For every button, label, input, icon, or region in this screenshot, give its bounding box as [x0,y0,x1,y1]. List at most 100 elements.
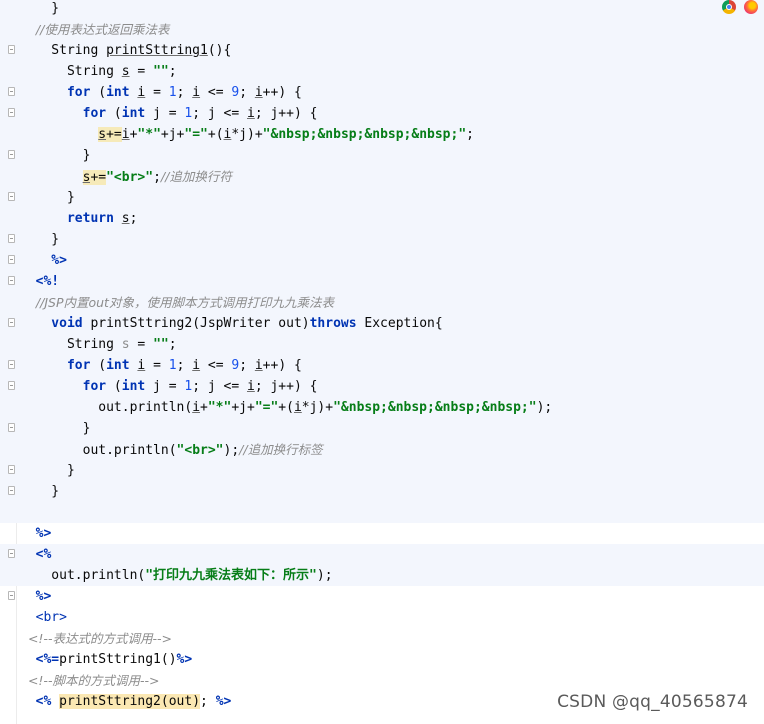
fold-marker-icon[interactable] [8,465,15,474]
code-token: = [145,85,169,100]
chrome-icon[interactable] [722,0,736,14]
code-token: s [98,127,107,142]
code-token: <% [20,694,52,709]
code-line[interactable]: %> [0,523,764,544]
code-line[interactable]: //使用表达式返回乘法表 [0,19,764,40]
code-token: 9 [231,358,240,373]
code-token: ; [168,337,177,352]
code-text: return s; [20,208,137,229]
code-token: } [20,232,60,247]
code-line[interactable]: String s = ""; [0,334,764,355]
code-line[interactable]: return s; [0,208,764,229]
code-line[interactable]: <!--脚本的方式调用--> [0,670,764,691]
code-token: "=" [254,400,279,415]
code-line[interactable]: } [0,229,764,250]
fold-marker-icon[interactable] [8,45,15,54]
code-line[interactable]: } [0,187,764,208]
code-line[interactable]: <br> [0,607,764,628]
code-token: Exception{ [356,316,443,331]
code-line[interactable]: //JSP内置out对象，使用脚本方式调用打印九九乘法表 [0,292,764,313]
code-token: "<br>" [176,443,224,458]
code-line[interactable]: out.println("<br>");//追加换行标签 [0,439,764,460]
code-line[interactable]: } [0,460,764,481]
code-text: s+="<br>";//追加换行符 [20,166,232,188]
code-token: +( [207,127,224,142]
code-text: %> [20,523,52,544]
code-line[interactable]: } [0,418,764,439]
code-text: //使用表达式返回乘法表 [20,19,169,41]
fold-marker-icon[interactable] [8,381,15,390]
code-token: ; [200,694,216,709]
code-token: } [20,421,91,436]
fold-marker-icon[interactable] [8,549,15,558]
code-text: } [20,0,59,19]
code-line[interactable]: for (int i = 1; i <= 9; i++) { [0,355,764,376]
code-token: } [20,148,91,163]
code-line[interactable]: out.println("打印九九乘法表如下：所示"); [0,565,764,586]
code-token: <%! [20,274,60,289]
code-token: ; [176,85,193,100]
code-line[interactable]: String s = ""; [0,61,764,82]
code-token: i [121,127,130,142]
code-line[interactable]: %> [0,250,764,271]
code-text: for (int j = 1; j <= i; j++) { [20,103,318,124]
code-token: += [90,170,107,185]
fold-marker-icon[interactable] [8,591,15,600]
fold-marker-icon[interactable] [8,360,15,369]
code-line[interactable]: String printSttring1(){ [0,40,764,61]
firefox-icon[interactable] [744,0,758,14]
code-token: 1 [168,85,177,100]
code-line[interactable]: <%=printSttring1()%> [0,649,764,670]
code-line[interactable]: } [0,0,764,19]
code-text: //JSP内置out对象，使用脚本方式调用打印九九乘法表 [20,292,334,314]
code-token: //JSP内置out对象，使用脚本方式调用打印九九乘法表 [20,295,334,310]
fold-marker-icon[interactable] [8,318,15,327]
code-line[interactable]: for (int j = 1; j <= i; j++) { [0,376,764,397]
code-token: i [192,85,201,100]
code-line[interactable]: <!--表达式的方式调用--> [0,628,764,649]
fold-marker-icon[interactable] [8,192,15,201]
code-token: ; j++) { [254,106,318,121]
code-token: %> [176,652,193,667]
code-token: ( [90,85,107,100]
fold-marker-icon[interactable] [8,423,15,432]
fold-marker-icon[interactable] [8,150,15,159]
fold-marker-icon[interactable] [8,255,15,264]
code-text: for (int i = 1; i <= 9; i++) { [20,82,302,103]
code-line[interactable]: <%! [0,271,764,292]
code-token: i [254,85,263,100]
code-line[interactable]: s+=i+"*"+j+"="+(i*j)+"&nbsp;&nbsp;&nbsp;… [0,124,764,145]
code-line[interactable] [0,502,764,523]
fold-marker-icon[interactable] [8,234,15,243]
code-line[interactable]: for (int i = 1; i <= 9; i++) { [0,82,764,103]
code-token: ; [129,211,138,226]
fold-marker-icon[interactable] [8,87,15,96]
code-token: ); [536,400,553,415]
code-line[interactable]: <% [0,544,764,565]
code-line[interactable]: for (int j = 1; j <= i; j++) { [0,103,764,124]
code-token: //追加换行符 [160,169,232,184]
fold-marker-icon[interactable] [8,276,15,285]
code-token: + [200,400,208,415]
code-token: } [20,484,60,499]
code-token: "&nbsp;&nbsp;&nbsp;&nbsp;" [333,400,537,415]
code-editor[interactable]: } //使用表达式返回乘法表 String printSttring1(){ S… [0,0,764,724]
fold-marker-icon[interactable] [8,108,15,117]
code-text: for (int j = 1; j <= i; j++) { [20,376,318,397]
code-line[interactable]: out.println(i+"*"+j+"="+(i*j)+"&nbsp;&nb… [0,397,764,418]
code-line[interactable]: s+="<br>";//追加换行符 [0,166,764,187]
fold-marker-icon[interactable] [8,486,15,495]
code-token: i [254,358,263,373]
code-line[interactable]: void printSttring2(JspWriter out)throws … [0,313,764,334]
code-line[interactable]: } [0,481,764,502]
code-line[interactable]: %> [0,586,764,607]
code-token: += [106,127,122,142]
code-token: j = [145,106,185,121]
code-token: *j)+ [301,400,334,415]
code-token: <!--表达式的方式调用--> [20,631,172,646]
code-text: } [20,481,59,502]
code-line[interactable]: } [0,145,764,166]
code-token: <% [20,547,52,562]
